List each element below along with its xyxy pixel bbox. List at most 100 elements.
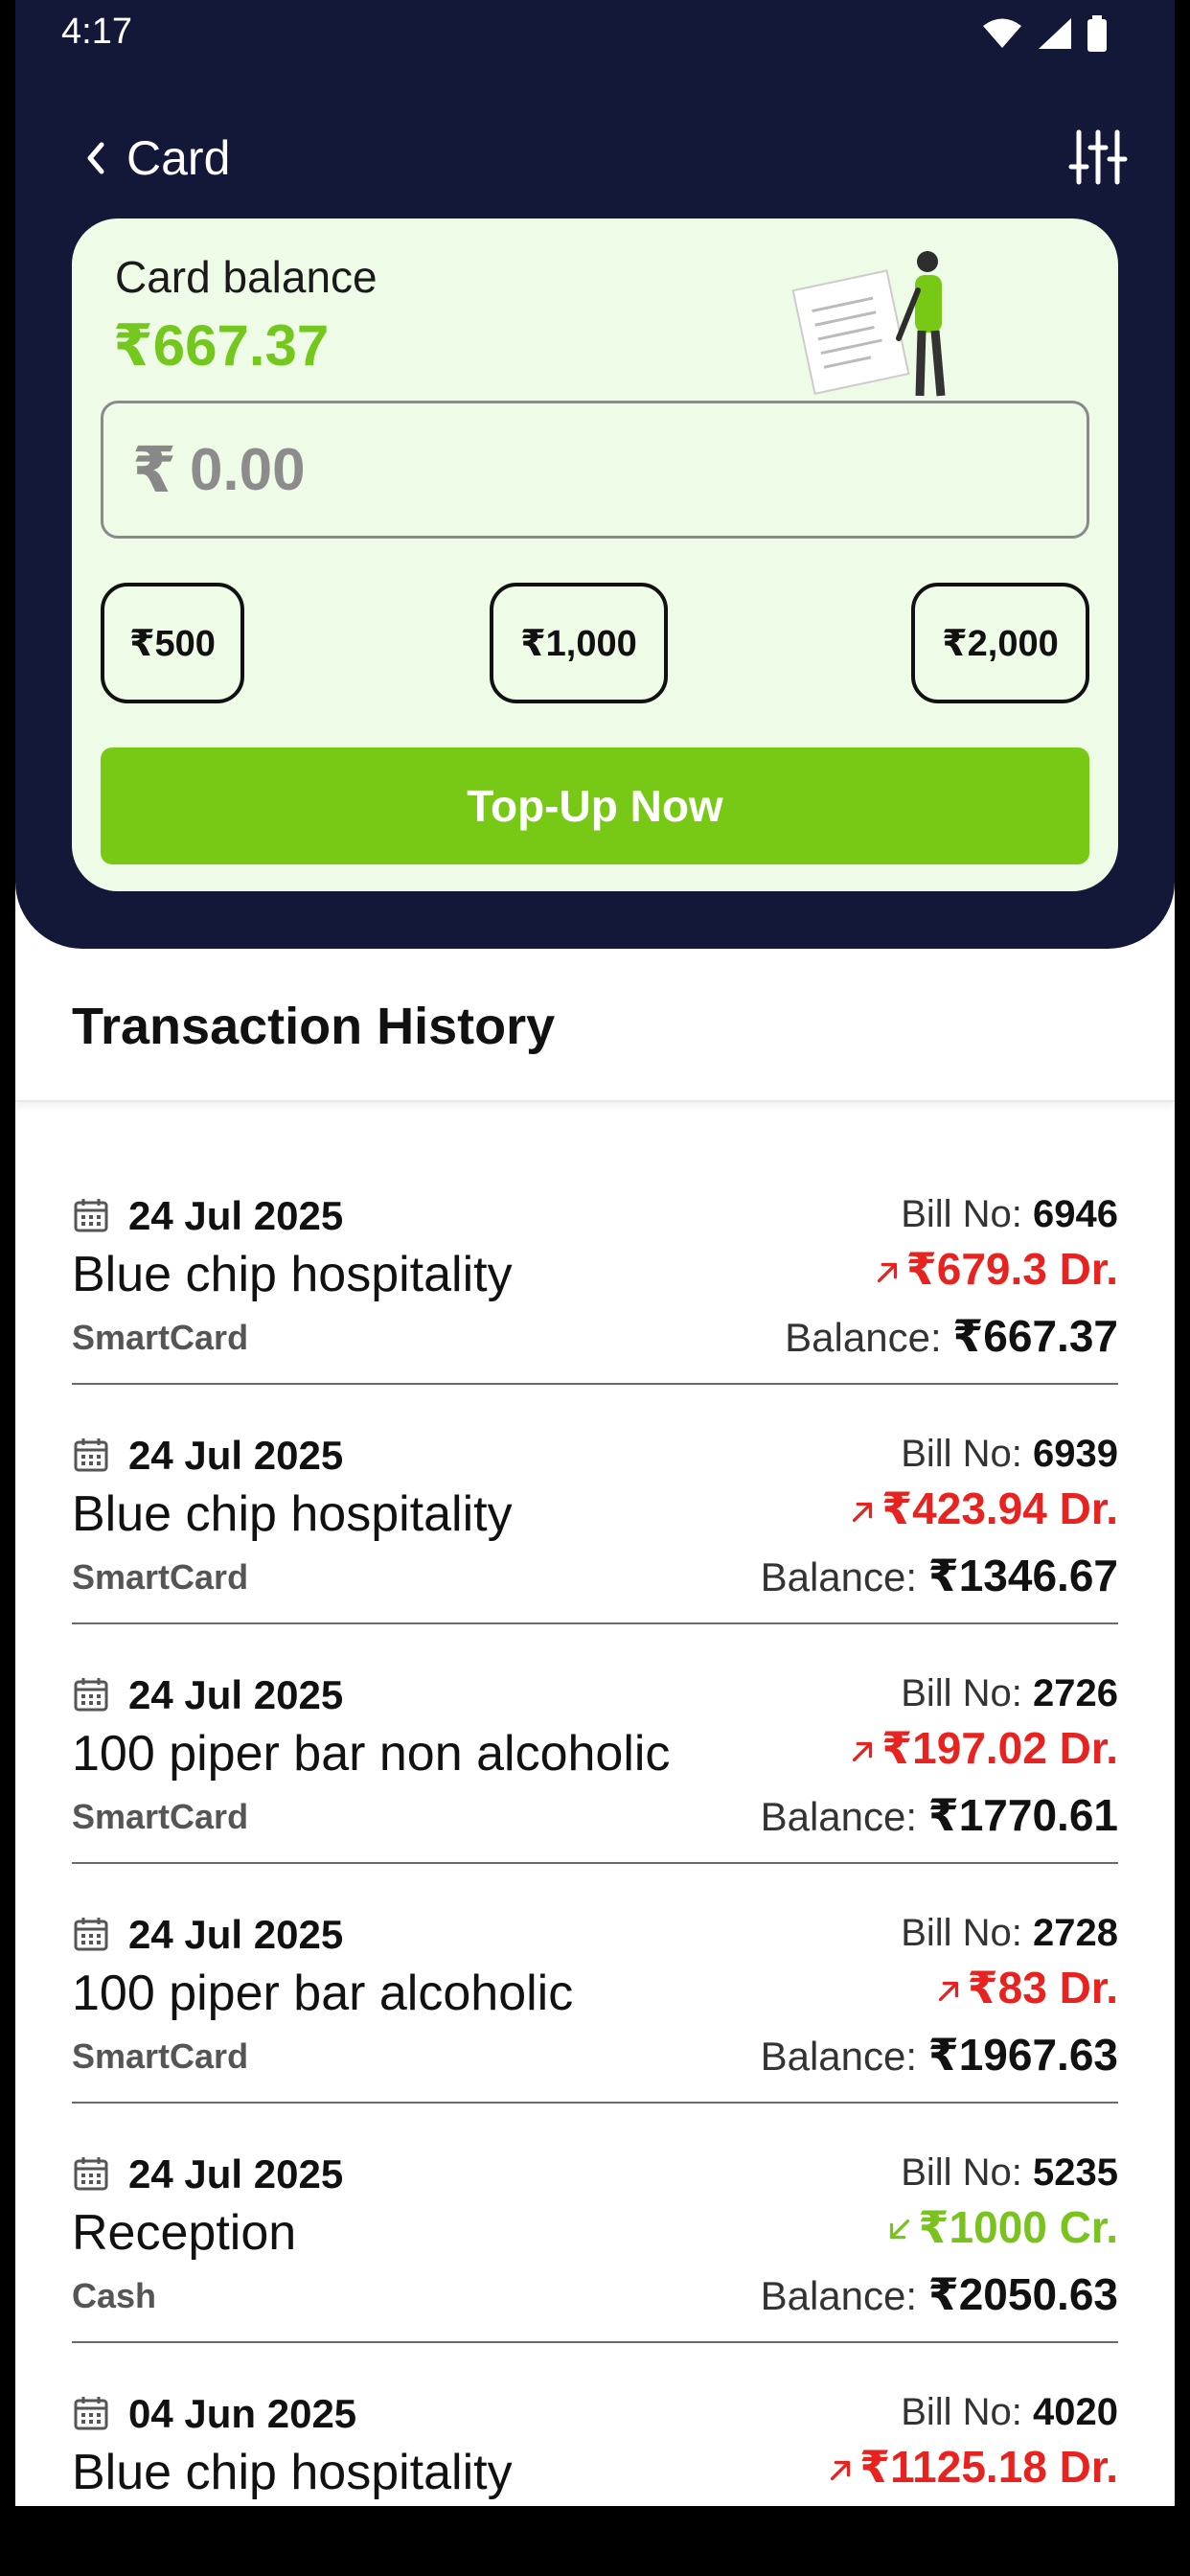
transaction-date: 24 Jul 2025	[128, 2151, 344, 2196]
quick-amount-500-button[interactable]: ₹500	[101, 583, 244, 703]
balance-value: ₹1770.61	[927, 1790, 1118, 1840]
transaction-row[interactable]: 04 Jun 2025 Bill No: 4020 Blue chip hospit…	[72, 2391, 1118, 2506]
calendar-icon	[74, 2397, 108, 2430]
bill-number: Bill No: 5235	[901, 2151, 1118, 2195]
topup-now-button[interactable]: Top-Up Now	[101, 748, 1089, 864]
transaction-amount: ₹1125.18 Dr.	[825, 2441, 1118, 2493]
rupee-prefix: ₹	[132, 433, 176, 505]
payment-method: SmartCard	[72, 1318, 249, 1357]
bill-number: Bill No: 6946	[901, 1193, 1118, 1236]
bill-number-value: 6939	[1033, 1433, 1118, 1475]
transaction-row[interactable]: 24 Jul 2025 Bill No: 2728 100 piper bar al…	[72, 1912, 1118, 2104]
merchant-name: 100 piper bar alcoholic	[72, 1966, 574, 2021]
payment-method: Cash	[72, 2276, 157, 2315]
status-icons	[981, 15, 1108, 52]
transaction-amount-value: ₹197.02 Dr.	[881, 1723, 1118, 1773]
bill-number-value: 4020	[1033, 2391, 1118, 2433]
transaction-amount: ₹197.02 Dr.	[847, 1722, 1118, 1774]
transaction-date: 24 Jul 2025	[128, 1193, 344, 1238]
arrow-up-right-icon	[938, 1981, 958, 2001]
bill-label: Bill No:	[901, 1672, 1022, 1714]
balance-label: Balance:	[760, 2273, 918, 2318]
amount-input[interactable]: ₹ 0.00	[101, 401, 1089, 539]
quick-amount-2000-button[interactable]: ₹2,000	[911, 583, 1089, 703]
running-balance: Balance: ₹1770.61	[761, 1789, 1118, 1841]
transaction-amount: ₹1000 Cr.	[884, 2201, 1118, 2253]
sliders-icon	[1068, 129, 1128, 185]
calendar-icon	[74, 1918, 108, 1951]
bill-number: Bill No: 2728	[901, 1912, 1118, 1955]
payment-method: SmartCard	[72, 1797, 249, 1836]
bill-label: Bill No:	[901, 1433, 1022, 1475]
balance-label: Balance:	[760, 2034, 918, 2079]
transaction-row[interactable]: 24 Jul 2025 Bill No: 6946 Blue chip hospit…	[72, 1193, 1118, 1385]
transaction-amount: ₹423.94 Dr.	[847, 1483, 1118, 1534]
arrow-up-right-icon	[853, 1741, 873, 1761]
bill-number: Bill No: 2726	[901, 1672, 1118, 1715]
wifi-icon	[983, 18, 1021, 48]
page-title: Card	[126, 131, 231, 185]
transaction-amount: ₹83 Dr.	[933, 1962, 1118, 2013]
balance-value: ₹1967.63	[927, 2030, 1118, 2080]
balance-label: Balance:	[760, 1794, 918, 1839]
arrow-up-right-icon	[853, 1502, 873, 1522]
transaction-date: 04 Jun 2025	[128, 2391, 357, 2436]
bill-number: Bill No: 4020	[901, 2391, 1118, 2434]
battery-icon	[1087, 15, 1107, 52]
transaction-history-header: Transaction History	[15, 949, 1175, 1102]
bill-label: Bill No:	[901, 1912, 1022, 1954]
merchant-name: Blue chip hospitality	[72, 1486, 513, 1542]
payment-method: SmartCard	[72, 2036, 249, 2076]
bill-number-value: 2728	[1033, 1912, 1118, 1954]
signal-icon	[1039, 18, 1071, 49]
balance-label: Balance:	[760, 1554, 918, 1599]
status-bar: 4:17	[15, 0, 1175, 67]
running-balance: Balance: ₹667.37	[785, 1310, 1118, 1362]
arrow-down-left-icon	[889, 2219, 909, 2240]
filter-button[interactable]	[1067, 126, 1129, 188]
balance-label: Balance:	[785, 1315, 942, 1360]
balance-value: ₹1346.67	[927, 1551, 1118, 1600]
transaction-amount-value: ₹679.3 Dr.	[905, 1244, 1118, 1294]
back-button[interactable]: Card	[82, 125, 230, 192]
chevron-left-icon	[87, 142, 104, 174]
bill-number-value: 2726	[1033, 1672, 1118, 1714]
app-screen: 4:17 Card Card balance ₹667.37 ₹ 0.00 ₹5…	[15, 0, 1175, 2506]
calendar-icon	[74, 1199, 108, 1232]
running-balance: Balance: ₹1346.67	[761, 1550, 1118, 1601]
transaction-amount-value: ₹1000 Cr.	[918, 2202, 1118, 2252]
bill-label: Bill No:	[901, 2391, 1022, 2433]
status-time: 4:17	[61, 12, 132, 52]
transaction-amount: ₹679.3 Dr.	[872, 1243, 1118, 1295]
balance-value: ₹2050.63	[927, 2269, 1118, 2319]
transaction-row[interactable]: 24 Jul 2025 Bill No: 6939 Blue chip hospit…	[72, 1433, 1118, 1624]
bill-number-value: 5235	[1033, 2151, 1118, 2194]
section-title: Transaction History	[72, 998, 556, 1055]
arrow-up-right-icon	[877, 1262, 897, 1282]
card-balance-label: Card balance	[115, 252, 378, 302]
bill-number: Bill No: 6939	[901, 1433, 1118, 1476]
transaction-date: 24 Jul 2025	[128, 1672, 344, 1717]
transaction-amount-value: ₹83 Dr.	[967, 1963, 1118, 2012]
payment-method: SmartCard	[72, 1557, 249, 1597]
transaction-date: 24 Jul 2025	[128, 1912, 344, 1957]
transaction-amount-value: ₹423.94 Dr.	[881, 1484, 1118, 1533]
bill-label: Bill No:	[901, 1193, 1022, 1235]
running-balance: Balance: ₹2050.63	[761, 2268, 1118, 2320]
merchant-name: Reception	[72, 2205, 297, 2261]
calendar-icon	[74, 1678, 108, 1712]
bill-label: Bill No:	[901, 2151, 1022, 2194]
transaction-row[interactable]: 24 Jul 2025 Bill No: 2726 100 piper bar no…	[72, 1672, 1118, 1864]
top-nav: Card	[15, 115, 1175, 201]
amount-value: 0.00	[189, 436, 306, 503]
merchant-name: Blue chip hospitality	[72, 1247, 513, 1302]
card-balance-panel: Card balance ₹667.37 ₹ 0.00 ₹500 ₹1,000	[72, 218, 1118, 891]
quick-amount-1000-button[interactable]: ₹1,000	[490, 583, 668, 703]
transaction-row[interactable]: 24 Jul 2025 Bill No: 5235 Reception ₹1000 C…	[72, 2151, 1118, 2343]
calendar-icon	[74, 1438, 108, 1472]
bill-number-value: 6946	[1033, 1193, 1118, 1235]
calendar-icon	[74, 2157, 108, 2191]
transaction-date: 24 Jul 2025	[128, 1433, 344, 1478]
balance-value: ₹667.37	[952, 1311, 1118, 1361]
arrow-up-right-icon	[830, 2460, 851, 2480]
